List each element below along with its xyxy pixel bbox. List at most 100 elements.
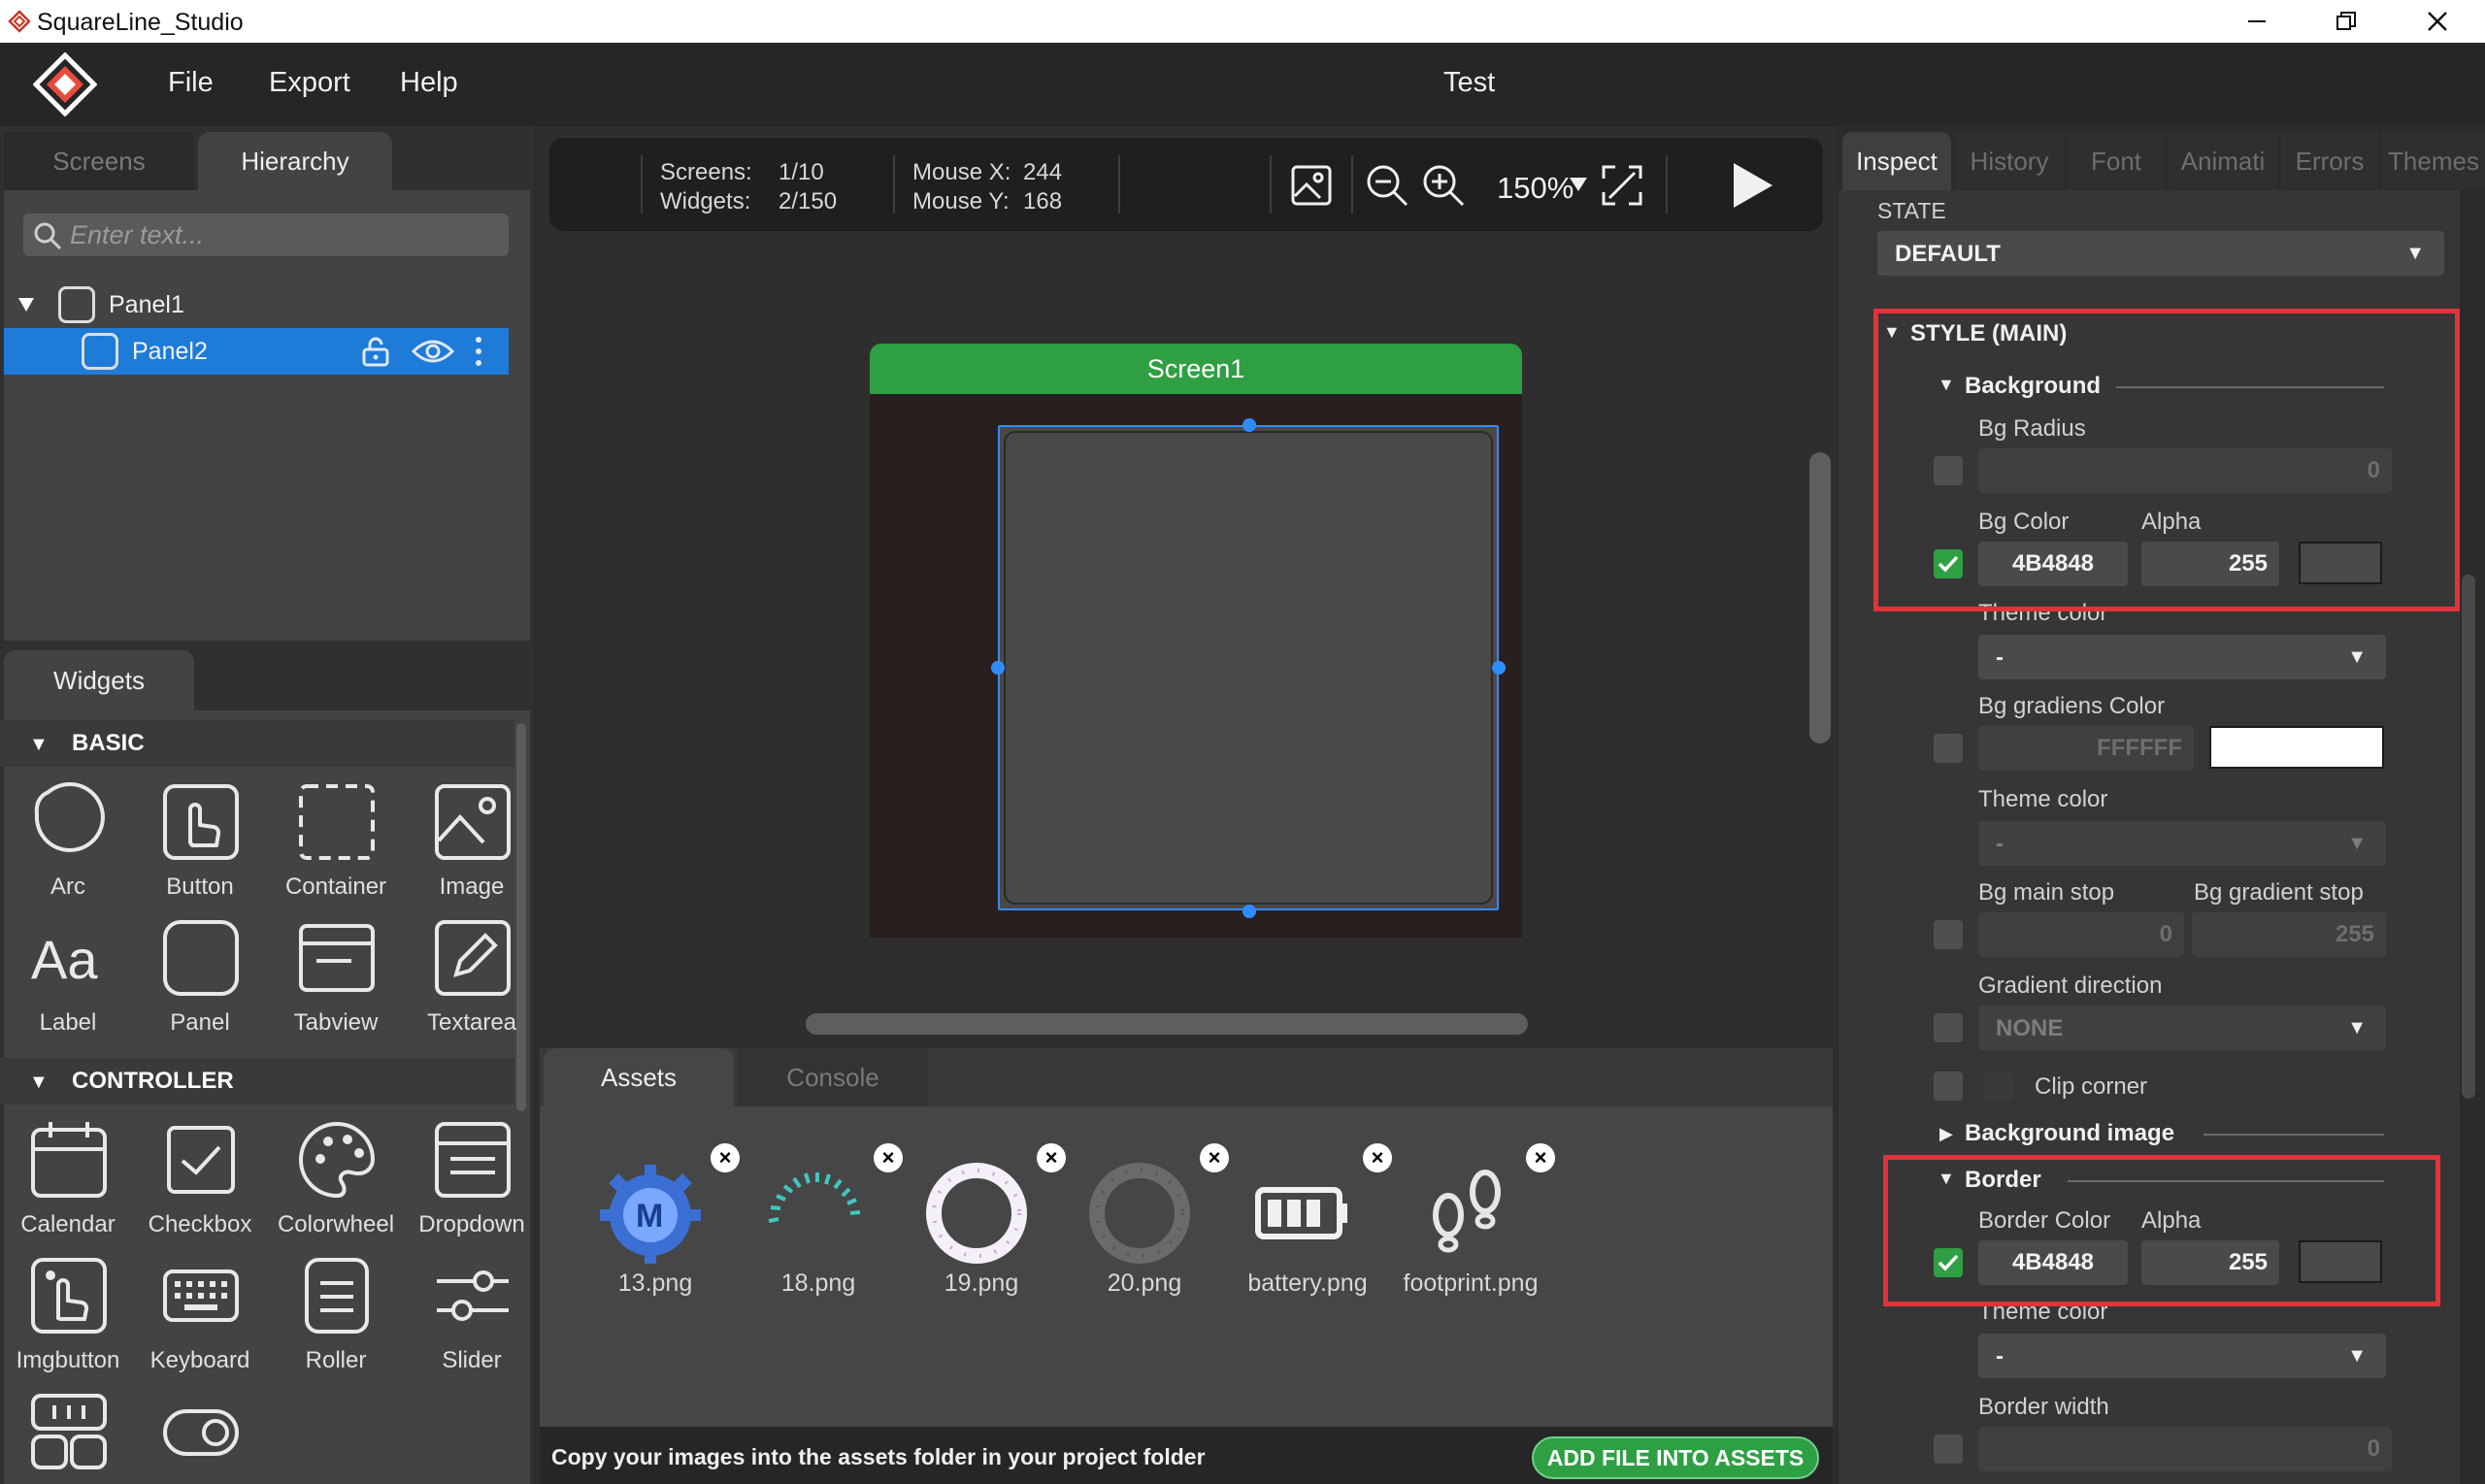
widget-checkbox[interactable]: Checkbox bbox=[132, 1120, 268, 1256]
remove-asset-button[interactable]: × bbox=[711, 1143, 740, 1172]
tab-font[interactable]: Font bbox=[2068, 132, 2165, 190]
eye-icon[interactable] bbox=[412, 338, 454, 365]
minimize-button[interactable] bbox=[2213, 0, 2301, 43]
widget-slider[interactable]: Slider bbox=[404, 1256, 540, 1392]
menu-export[interactable]: Export bbox=[269, 67, 350, 99]
canvas-vertical-scrollbar[interactable] bbox=[1809, 452, 1831, 743]
asset-item[interactable]: × 20.png bbox=[1072, 1143, 1229, 1318]
add-file-into-assets-button[interactable]: ADD FILE INTO ASSETS bbox=[1532, 1436, 1819, 1479]
resize-handle-left[interactable] bbox=[991, 661, 1005, 675]
tab-themes[interactable]: Themes bbox=[2382, 132, 2485, 190]
widget-keyboard[interactable]: Keyboard bbox=[132, 1256, 268, 1392]
bg-gradient-stop-field[interactable]: 255 bbox=[2192, 912, 2386, 957]
menu-file[interactable]: File bbox=[168, 67, 214, 99]
gradient-theme-color-dropdown[interactable]: - ▼ bbox=[1978, 821, 2386, 866]
tab-screens[interactable]: Screens bbox=[4, 132, 194, 190]
state-label: STATE bbox=[1877, 198, 1946, 223]
bg-theme-color-dropdown[interactable]: - ▼ bbox=[1978, 635, 2386, 679]
remove-asset-button[interactable]: × bbox=[1200, 1143, 1229, 1172]
tree-row-panel2[interactable]: Panel2 bbox=[4, 328, 509, 375]
play-icon[interactable] bbox=[1726, 159, 1778, 212]
zoom-in-icon[interactable] bbox=[1421, 163, 1466, 208]
fit-screen-icon[interactable] bbox=[1600, 163, 1644, 208]
widget-buttonmatrix[interactable] bbox=[0, 1392, 136, 1484]
hierarchy-search[interactable] bbox=[23, 214, 509, 256]
border-width-field[interactable]: 0 bbox=[1978, 1427, 2392, 1471]
mouse-x-label: Mouse X: bbox=[912, 159, 1011, 185]
gradient-direction-checkbox[interactable] bbox=[1934, 1013, 1963, 1042]
asset-item[interactable]: × 18.png bbox=[746, 1143, 903, 1318]
tab-animation[interactable]: Animati bbox=[2169, 132, 2277, 190]
tab-inspect[interactable]: Inspect bbox=[1842, 132, 1951, 190]
resize-handle-bottom[interactable] bbox=[1242, 905, 1256, 918]
tabview-icon bbox=[299, 924, 375, 992]
border-theme-color-dropdown[interactable]: - ▼ bbox=[1978, 1334, 2386, 1378]
dropdown-arrow-icon: ▼ bbox=[2347, 1345, 2367, 1367]
canvas-toolbar: Screens: 1/10 Widgets: 2/150 Mouse X: 24… bbox=[549, 138, 1823, 231]
expand-triangle-icon[interactable]: ▶ bbox=[1939, 1124, 1953, 1144]
clip-corner-toggle[interactable] bbox=[1984, 1072, 2013, 1101]
tab-assets[interactable]: Assets bbox=[544, 1048, 734, 1106]
background-image-header[interactable]: Background image bbox=[1965, 1120, 2174, 1147]
zoom-dropdown-icon[interactable] bbox=[1569, 177, 1588, 192]
remove-asset-button[interactable]: × bbox=[874, 1143, 903, 1172]
expand-triangle-icon[interactable] bbox=[17, 297, 35, 313]
canvas-panel2[interactable] bbox=[1004, 431, 1493, 905]
widget-colorwheel[interactable]: Colorwheel bbox=[268, 1120, 404, 1256]
tab-hierarchy[interactable]: Hierarchy bbox=[198, 132, 392, 190]
screen-title-bar[interactable]: Screen1 bbox=[870, 344, 1522, 394]
slider-icon bbox=[437, 1270, 509, 1321]
widget-label: Slider bbox=[442, 1347, 502, 1373]
tree-row-panel1[interactable]: Panel1 bbox=[4, 281, 509, 328]
tab-widgets[interactable]: Widgets bbox=[4, 650, 194, 710]
remove-asset-button[interactable]: × bbox=[1526, 1143, 1555, 1172]
label-icon: Aa bbox=[31, 929, 98, 990]
widget-tabview[interactable]: Tabview bbox=[268, 918, 404, 1054]
asset-item[interactable]: × battery.png bbox=[1235, 1143, 1392, 1318]
bg-gradient-swatch[interactable] bbox=[2209, 726, 2384, 769]
mouse-x-value: 244 bbox=[1023, 159, 1063, 185]
remove-asset-button[interactable]: × bbox=[1037, 1143, 1066, 1172]
bg-main-stop-field[interactable]: 0 bbox=[1978, 912, 2184, 957]
widgets-scrollbar[interactable] bbox=[516, 723, 526, 1111]
gradient-stop-checkbox[interactable] bbox=[1934, 920, 1963, 949]
border-width-checkbox[interactable] bbox=[1934, 1435, 1963, 1464]
restore-button[interactable] bbox=[2303, 0, 2390, 43]
menu-help[interactable]: Help bbox=[400, 67, 458, 99]
bg-gradient-checkbox[interactable] bbox=[1934, 734, 1963, 763]
widget-roller[interactable]: Roller bbox=[268, 1256, 404, 1392]
resize-handle-right[interactable] bbox=[1492, 661, 1506, 675]
container-icon bbox=[299, 784, 375, 860]
background-image-icon[interactable] bbox=[1289, 163, 1334, 208]
widget-panel[interactable]: Panel bbox=[132, 918, 268, 1054]
canvas-horizontal-scrollbar[interactable] bbox=[806, 1013, 1528, 1035]
widget-container[interactable]: Container bbox=[268, 782, 404, 918]
inspector-scrollbar[interactable] bbox=[2462, 575, 2475, 1099]
state-dropdown[interactable]: DEFAULT ▼ bbox=[1877, 231, 2444, 276]
asset-item[interactable]: × 19.png bbox=[909, 1143, 1066, 1318]
section-basic[interactable]: ▼ BASIC bbox=[0, 720, 514, 767]
battery-thumbnail bbox=[1255, 1187, 1347, 1239]
close-window-button[interactable] bbox=[2394, 0, 2481, 43]
tab-console[interactable]: Console bbox=[738, 1048, 928, 1106]
widget-switch[interactable] bbox=[132, 1392, 268, 1484]
asset-item[interactable]: × footprint.png bbox=[1398, 1143, 1555, 1318]
tab-errors[interactable]: Errors bbox=[2281, 132, 2378, 190]
search-icon bbox=[34, 222, 62, 250]
zoom-out-icon[interactable] bbox=[1365, 163, 1409, 208]
tab-history[interactable]: History bbox=[1955, 132, 2064, 190]
gradient-direction-dropdown[interactable]: NONE ▼ bbox=[1978, 1006, 2386, 1050]
more-options-icon[interactable] bbox=[474, 336, 483, 367]
widget-dropdown[interactable]: Dropdown bbox=[404, 1120, 540, 1256]
collapse-triangle-icon: ▼ bbox=[29, 1072, 49, 1093]
unlock-icon[interactable] bbox=[361, 336, 390, 367]
resize-handle-top[interactable] bbox=[1242, 418, 1256, 432]
asset-item[interactable]: M × 13.png bbox=[582, 1143, 740, 1318]
widget-button[interactable]: Button bbox=[132, 782, 268, 918]
clip-corner-checkbox[interactable] bbox=[1934, 1072, 1963, 1101]
bg-gradient-hex-field[interactable]: FFFFFF bbox=[1978, 726, 2194, 771]
section-controller[interactable]: ▼ CONTROLLER bbox=[0, 1058, 514, 1105]
search-input[interactable] bbox=[70, 214, 497, 256]
zoom-level[interactable]: 150% bbox=[1497, 171, 1574, 206]
remove-asset-button[interactable]: × bbox=[1363, 1143, 1392, 1172]
